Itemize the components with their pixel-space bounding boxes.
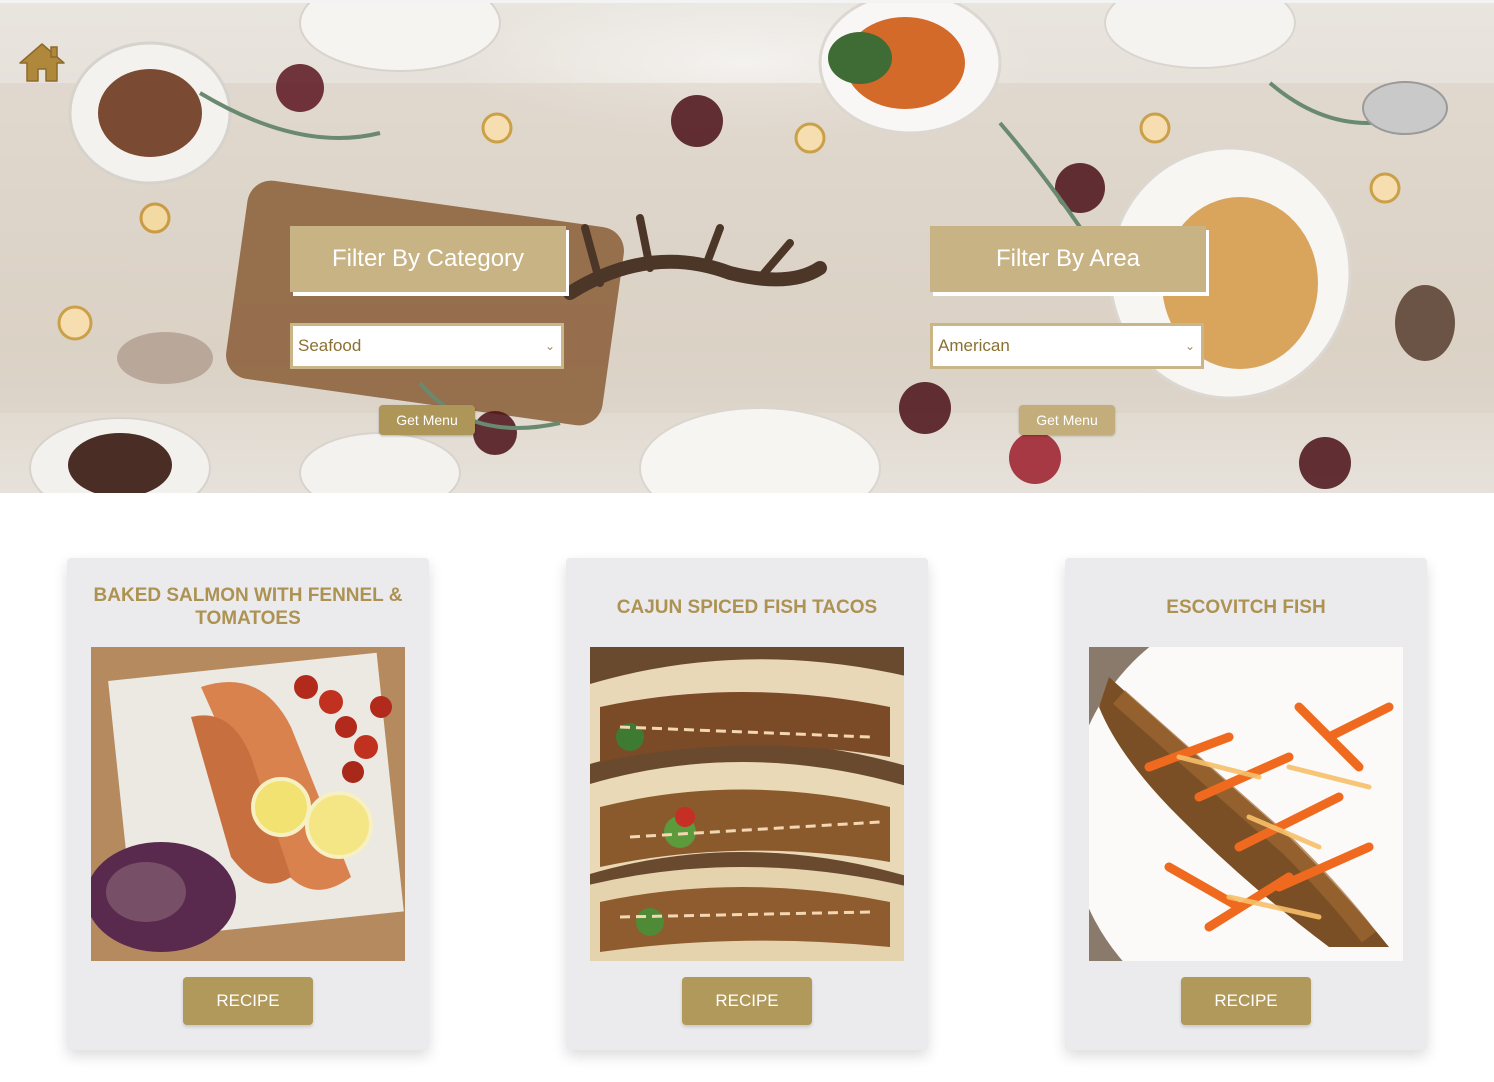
meal-title: Cajun spiced fish tacos bbox=[616, 596, 878, 618]
meal-card: Escovitch Fish RECIPE bbox=[1065, 558, 1427, 1050]
area-select-value: American bbox=[938, 336, 1010, 355]
recipe-button[interactable]: RECIPE bbox=[1181, 977, 1311, 1025]
recipe-button[interactable]: RECIPE bbox=[682, 977, 812, 1025]
filter-category-title: Filter By Category bbox=[290, 226, 566, 292]
meal-image bbox=[590, 647, 904, 961]
chevron-down-icon: ⌄ bbox=[1184, 339, 1195, 353]
meal-card: Cajun spiced fish tacos RECIPE bbox=[566, 558, 928, 1050]
category-select-value: Seafood bbox=[298, 336, 362, 355]
area-select[interactable]: American ⌄ bbox=[930, 323, 1204, 369]
meal-title: Escovitch Fish bbox=[1166, 596, 1326, 618]
category-get-menu-button[interactable]: Get Menu bbox=[379, 405, 475, 435]
table-spread-illustration bbox=[0, 3, 1494, 493]
meal-image bbox=[1089, 647, 1403, 961]
meal-card: Baked Salmon with Fennel & Tomatoes RECI… bbox=[67, 558, 429, 1050]
filter-area-title: Filter By Area bbox=[930, 226, 1206, 292]
category-select[interactable]: Seafood ⌄ bbox=[290, 323, 564, 369]
meal-image bbox=[91, 647, 405, 961]
home-button[interactable] bbox=[18, 41, 66, 83]
chevron-down-icon: ⌄ bbox=[544, 339, 555, 353]
recipe-button[interactable]: RECIPE bbox=[183, 977, 313, 1025]
area-get-menu-button[interactable]: Get Menu bbox=[1019, 405, 1115, 435]
meal-title: Baked Salmon with Fennel & Tomatoes bbox=[93, 585, 403, 629]
hero-banner bbox=[0, 3, 1494, 493]
home-icon bbox=[19, 43, 65, 82]
